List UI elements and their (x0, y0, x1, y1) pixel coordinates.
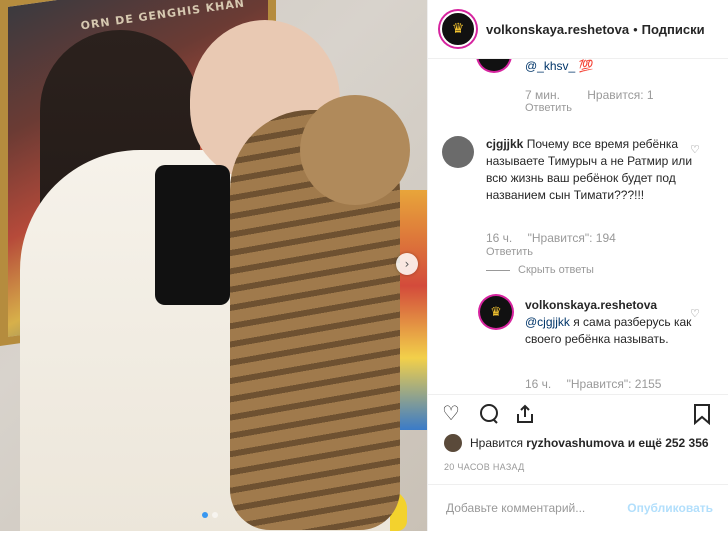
crown-icon: ♛ (451, 21, 465, 37)
commenter-username[interactable]: cjgjjkk (486, 137, 523, 151)
author-avatar[interactable]: ♛ (440, 11, 476, 47)
hide-replies-button[interactable]: Скрыть ответы (486, 264, 594, 276)
hide-replies-label: Скрыть ответы (518, 264, 594, 276)
comment-bubble-icon[interactable] (478, 403, 500, 428)
comment-likes[interactable]: "Нравится": 194 (528, 231, 616, 245)
share-icon[interactable] (514, 403, 536, 428)
liker-avatar[interactable] (444, 434, 462, 452)
reply-avatar-top[interactable] (478, 59, 510, 71)
likes-prefix: Нравится (470, 436, 523, 450)
top-reply-meta: 7 мин. Нравится: 1 (525, 88, 654, 102)
reply-time: 16 ч. (525, 377, 552, 391)
post-actions-bar: ♡ (428, 394, 728, 435)
add-comment-bar: Опубликовать (428, 484, 728, 531)
reply-author-avatar[interactable]: ♛ (480, 296, 512, 328)
header-separator: • (633, 21, 638, 37)
publish-button[interactable]: Опубликовать (627, 501, 713, 515)
mention-link[interactable]: @_khsv_ (525, 59, 575, 73)
carousel-dot (212, 512, 218, 518)
add-comment-input[interactable] (444, 500, 628, 516)
top-reply-reply-button[interactable]: Ответить (525, 102, 572, 114)
top-reply-likes[interactable]: Нравится: 1 (587, 88, 653, 102)
like-heart-icon[interactable]: ♡ (442, 403, 460, 423)
emoji: 💯 (578, 59, 594, 73)
comment-reply-button[interactable]: Ответить (486, 246, 533, 258)
post-header: ♛ volkonskaya.reshetova • Подписки (428, 0, 728, 59)
likes-count[interactable]: и ещё 252 356 (628, 436, 709, 450)
reply-meta: 16 ч. "Нравится": 2155 (525, 377, 661, 391)
phone-shape (155, 165, 230, 305)
crown-icon: ♛ (490, 304, 502, 320)
bookmark-svg (694, 404, 710, 426)
reply-likes[interactable]: "Нравится": 2155 (567, 377, 662, 391)
comment-like-icon[interactable]: ♡ (690, 143, 700, 156)
share-svg (517, 404, 533, 423)
top-reply-time: 7 мин. (525, 88, 560, 102)
post-side-panel: ♛ volkonskaya.reshetova • Подписки @_khs… (427, 0, 728, 531)
carousel-dot-active (202, 512, 208, 518)
reply-mention[interactable]: @cjgjjkk (525, 315, 570, 329)
following-button[interactable]: Подписки (642, 22, 705, 37)
likes-summary: Нравится ryzhovashumova и ещё 252 356 (444, 434, 709, 452)
top-reply-text: @_khsv_ 💯 (525, 59, 594, 73)
post-timestamp: 20 ЧАСОВ НАЗАД (444, 462, 525, 472)
instagram-post-modal: ORN DE GENGHIS KHAN › ♛ volkonskaya.resh… (0, 0, 728, 533)
comments-list[interactable]: @_khsv_ 💯 7 мин. Нравится: 1 Ответить cj… (428, 59, 728, 394)
reply-username[interactable]: volkonskaya.reshetova (525, 297, 693, 314)
liker-username[interactable]: ryzhovashumova (526, 436, 624, 450)
carousel-dots (202, 512, 218, 518)
bookmark-icon[interactable] (692, 403, 712, 428)
commenter-avatar[interactable] (442, 136, 474, 168)
main-comment-meta: 16 ч. "Нравится": 194 (486, 231, 616, 245)
author-username[interactable]: volkonskaya.reshetova (486, 22, 629, 37)
chevron-right-icon: › (404, 257, 410, 271)
divider-line (486, 269, 510, 271)
cat-head (300, 95, 410, 205)
comment-svg (480, 404, 498, 424)
reply-comment: volkonskaya.reshetova @cjgjjkk я сама ра… (525, 297, 693, 348)
carousel-next-button[interactable]: › (396, 253, 418, 275)
reply-like-icon[interactable]: ♡ (690, 307, 700, 320)
main-comment: cjgjjkk Почему все время ребёнка называе… (486, 136, 694, 204)
comment-time: 16 ч. (486, 231, 513, 245)
post-photo[interactable]: ORN DE GENGHIS KHAN › (0, 0, 427, 531)
